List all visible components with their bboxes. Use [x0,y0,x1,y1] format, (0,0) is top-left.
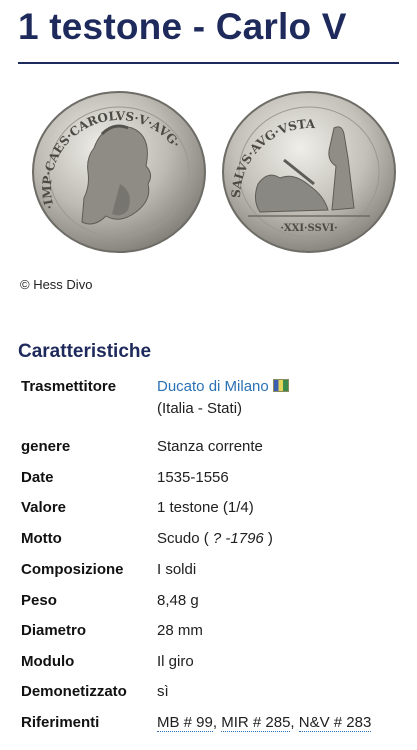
reference-mb[interactable]: MB # 99 [157,714,213,732]
coin-obverse-svg: ·IMP·CAES·CAROLVS·V·AVG· [32,91,206,253]
reference-nv[interactable]: N&V # 283 [298,714,372,732]
value-trasmettitore-sub: (Italia - Stati) [157,400,243,417]
title-divider [18,62,399,64]
value-date: 1535-1556 [157,469,229,486]
value-motto-prefix: Scudo ( [157,530,213,547]
label-composizione: Composizione [21,561,124,578]
value-modulo: Il giro [157,653,194,670]
coin-obverse-image[interactable]: ·IMP·CAES·CAROLVS·V·AVG· [24,88,214,256]
value-valore: 1 testone (1/4) [157,499,254,516]
section-title-caratteristiche: Caratteristiche [18,341,152,362]
value-peso: 8,48 g [157,592,199,609]
label-valore: Valore [21,499,67,516]
value-trasmettitore: Ducato di Milano (Italia - Stati) [157,378,289,417]
value-riferimenti: MB # 99, MIR # 285, N&V # 283 [157,714,372,732]
value-genere: Stanza corrente [157,438,263,455]
label-trasmettitore: Trasmettitore [21,378,117,395]
flag-icon [272,379,289,392]
value-composizione: I soldi [157,561,197,578]
label-riferimenti: Riferimenti [21,714,100,731]
label-motto: Motto [21,530,62,547]
value-motto-italic: ? -1796 [212,530,264,547]
image-credit: © Hess Divo [20,277,93,292]
reference-mir[interactable]: MIR # 285 [221,714,291,732]
label-demonetizzato: Demonetizzato [21,683,127,700]
page-title: 1 testone - Carlo V [18,6,347,47]
value-motto-suffix: ) [263,530,273,547]
label-diametro: Diametro [21,622,87,639]
label-peso: Peso [21,592,57,609]
label-genere: genere [21,438,71,455]
label-modulo: Modulo [21,653,75,670]
link-ducato-di-milano[interactable]: Ducato di Milano [157,378,269,395]
value-demonetizzato: sì [157,683,169,700]
label-date: Date [21,469,54,486]
value-diametro: 28 mm [157,622,203,639]
coin-reverse-svg: SALVS·AVG·VSTA ·XXI·SSVI· [222,91,396,253]
coin-reverse-exergue: ·XXI·SSVI· [280,223,337,234]
coin-reverse-image[interactable]: SALVS·AVG·VSTA ·XXI·SSVI· [214,88,404,256]
value-motto: Scudo ( ? -1796 ) [157,530,273,547]
